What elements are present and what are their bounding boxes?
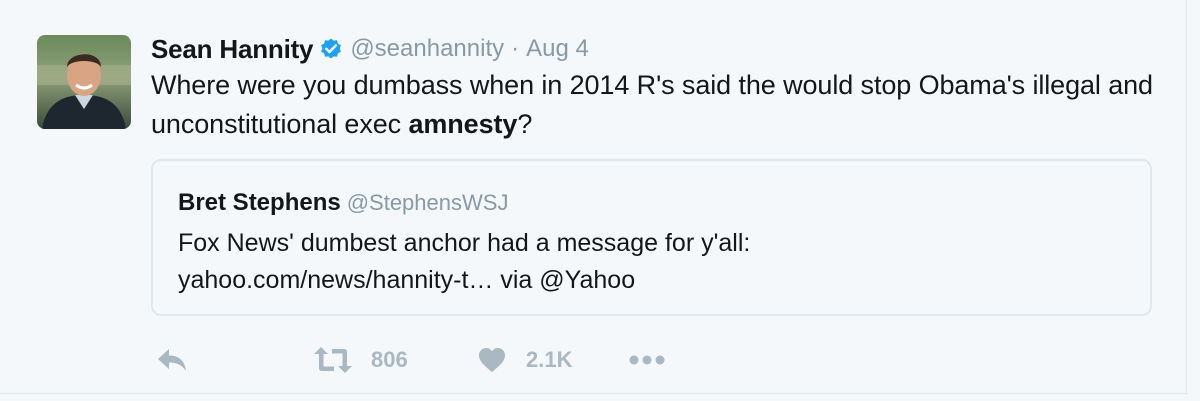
reply-icon	[156, 347, 188, 373]
retweet-count: 806	[371, 347, 408, 372]
like-count: 2.1K	[526, 347, 573, 372]
avatar-photo	[37, 35, 131, 129]
author-handle[interactable]: @seanhannity	[350, 35, 504, 63]
retweet-button[interactable]: 806	[313, 340, 408, 380]
quoted-author-name: Bret Stephens	[178, 189, 341, 216]
quoted-author-handle: @StephensWSJ	[346, 190, 509, 215]
heart-icon	[478, 347, 506, 373]
more-icon	[629, 354, 669, 366]
quoted-tweet-header: Bret Stephens @StephensWSJ	[178, 189, 508, 217]
verified-badge-icon	[319, 37, 343, 61]
tweet-date[interactable]: Aug 4	[526, 35, 589, 63]
tweet-text: Where were you dumbass when in 2014 R's …	[151, 66, 1161, 144]
quoted-text-line1: Fox News' dumbest anchor had a message f…	[178, 229, 751, 257]
separator-dot: ·	[511, 35, 520, 62]
tweet-text-part1: Where were you dumbass when in 2014 R's …	[151, 70, 1153, 139]
author-name[interactable]: Sean Hannity	[151, 34, 314, 65]
quoted-tweet[interactable]: Bret Stephens @StephensWSJ Fox News' dumb…	[151, 159, 1152, 316]
like-button[interactable]: 2.1K	[478, 340, 572, 380]
retweet-icon	[313, 346, 353, 374]
quoted-tweet-text: Fox News' dumbest anchor had a message f…	[178, 225, 1138, 299]
reply-button[interactable]	[156, 340, 188, 380]
avatar[interactable]	[37, 35, 131, 129]
tweet-text-bold: amnesty	[408, 109, 518, 139]
quoted-text-line2: yahoo.com/news/hannity-t… via @Yahoo	[178, 266, 636, 294]
tweet-card[interactable]: Sean Hannity @seanhannity · Aug 4 Where …	[0, 0, 1187, 394]
tweet-text-part2: ?	[517, 109, 533, 139]
more-button[interactable]	[629, 340, 669, 380]
tweet-header: Sean Hannity @seanhannity · Aug 4	[151, 30, 589, 68]
